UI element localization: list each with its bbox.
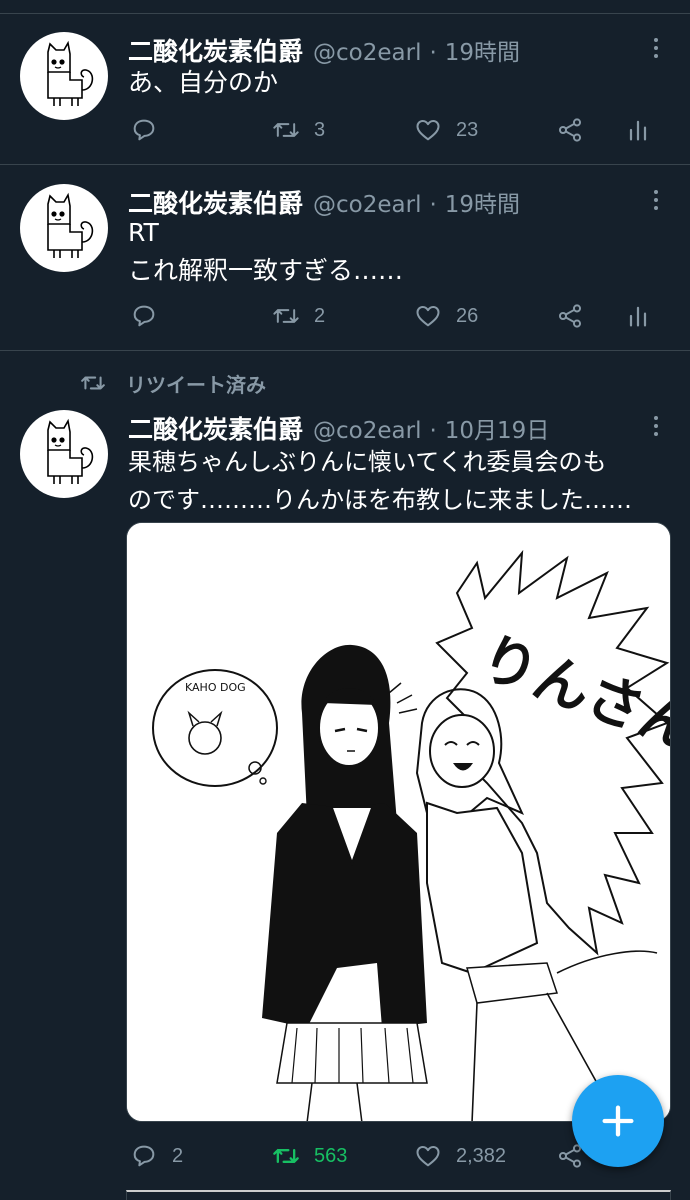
- timestamp[interactable]: 19時間: [445, 33, 520, 67]
- reply-icon: [133, 1145, 155, 1167]
- previous-tweet-edge: [0, 0, 690, 14]
- tweet-text: あ、自分のか: [128, 64, 278, 102]
- separator: ·: [429, 40, 437, 66]
- retweet-icon: [273, 309, 299, 323]
- like-count: 23: [456, 118, 479, 141]
- tweet-divider: [0, 164, 690, 165]
- avatar[interactable]: [20, 410, 108, 498]
- analytics-icon: [629, 306, 647, 327]
- analytics-button[interactable]: [624, 110, 652, 150]
- tweet-text-line: あ、自分のか: [128, 68, 279, 97]
- retweet-icon: [81, 376, 105, 390]
- retweet-count: 563: [314, 1144, 348, 1167]
- retweet-icon: [273, 123, 299, 137]
- thought-bubble-text: KAHO DOG: [185, 681, 246, 694]
- next-tweet-media-edge: [126, 1190, 671, 1200]
- author-name[interactable]: 二酸化炭素伯爵: [128, 410, 303, 446]
- avatar[interactable]: [20, 32, 108, 120]
- heart-icon: [416, 306, 440, 327]
- author-name[interactable]: 二酸化炭素伯爵: [128, 32, 303, 68]
- tweet-header: 二酸化炭素伯爵 @co2earl · 19時間: [128, 32, 520, 67]
- tweet-text-line: 果穂ちゃんしぶりんに懐いてくれ委員会のも: [128, 448, 607, 476]
- reply-count: 2: [172, 1144, 184, 1167]
- like-count: 26: [456, 304, 479, 327]
- analytics-icon: [629, 120, 647, 141]
- more-icon[interactable]: [644, 34, 668, 64]
- share-icon: [558, 118, 582, 142]
- author-handle[interactable]: @co2earl: [313, 418, 421, 444]
- separator: ·: [429, 418, 437, 444]
- reply-button[interactable]: [130, 296, 172, 336]
- share-icon: [558, 304, 582, 328]
- like-button[interactable]: 26: [414, 296, 478, 336]
- reply-icon: [133, 119, 155, 141]
- tweet-text-line: これ解釈一致すぎる……: [128, 256, 404, 285]
- like-button[interactable]: 2,382: [414, 1136, 506, 1176]
- retweet-button[interactable]: 3: [272, 110, 325, 150]
- like-count: 2,382: [456, 1144, 507, 1167]
- more-icon[interactable]: [644, 412, 668, 442]
- retweet-icon: [273, 1149, 299, 1163]
- tweet-text: 果穂ちゃんしぶりんに懐いてくれ委員会のも のです………りんかほを布教しに来ました…: [128, 443, 632, 519]
- retweet-button[interactable]: 563: [272, 1136, 347, 1176]
- reply-button[interactable]: [130, 110, 172, 150]
- retweeted-label: リツイート済み: [126, 372, 266, 397]
- analytics-button[interactable]: [624, 296, 652, 336]
- avatar[interactable]: [20, 184, 108, 272]
- retweet-button[interactable]: 2: [272, 296, 325, 336]
- heart-icon: [416, 120, 440, 141]
- more-icon[interactable]: [644, 186, 668, 216]
- tweet-header: 二酸化炭素伯爵 @co2earl · 10月19日: [128, 410, 550, 445]
- reply-button[interactable]: 2: [130, 1136, 183, 1176]
- retweeted-banner: リツイート済み: [80, 368, 266, 398]
- timestamp[interactable]: 19時間: [445, 185, 520, 219]
- retweet-count: 2: [314, 304, 326, 327]
- tweet-text-line: のです………りんかほを布教しに来ました……: [128, 486, 632, 514]
- separator: ·: [429, 192, 437, 218]
- tweet-media-image[interactable]: りんさん!!! KAHO DOG: [126, 522, 671, 1122]
- tweet-actions: 2 26: [0, 296, 690, 336]
- share-button[interactable]: [556, 296, 584, 336]
- share-button[interactable]: [556, 110, 584, 150]
- tweet-divider: [0, 350, 690, 351]
- compose-button[interactable]: [572, 1075, 664, 1167]
- timestamp[interactable]: 10月19日: [445, 411, 550, 445]
- reply-icon: [133, 305, 155, 327]
- like-button[interactable]: 23: [414, 110, 478, 150]
- tweet-header: 二酸化炭素伯爵 @co2earl · 19時間: [128, 184, 520, 219]
- retweet-count: 3: [314, 118, 326, 141]
- author-handle[interactable]: @co2earl: [313, 40, 421, 66]
- compose-plus-icon: [602, 1105, 634, 1137]
- heart-icon: [416, 1146, 440, 1167]
- tweet-text: RT これ解釈一致すぎる……: [128, 214, 403, 290]
- tweet-actions: 3 23: [0, 110, 690, 150]
- tweet-text-line: RT: [128, 218, 159, 247]
